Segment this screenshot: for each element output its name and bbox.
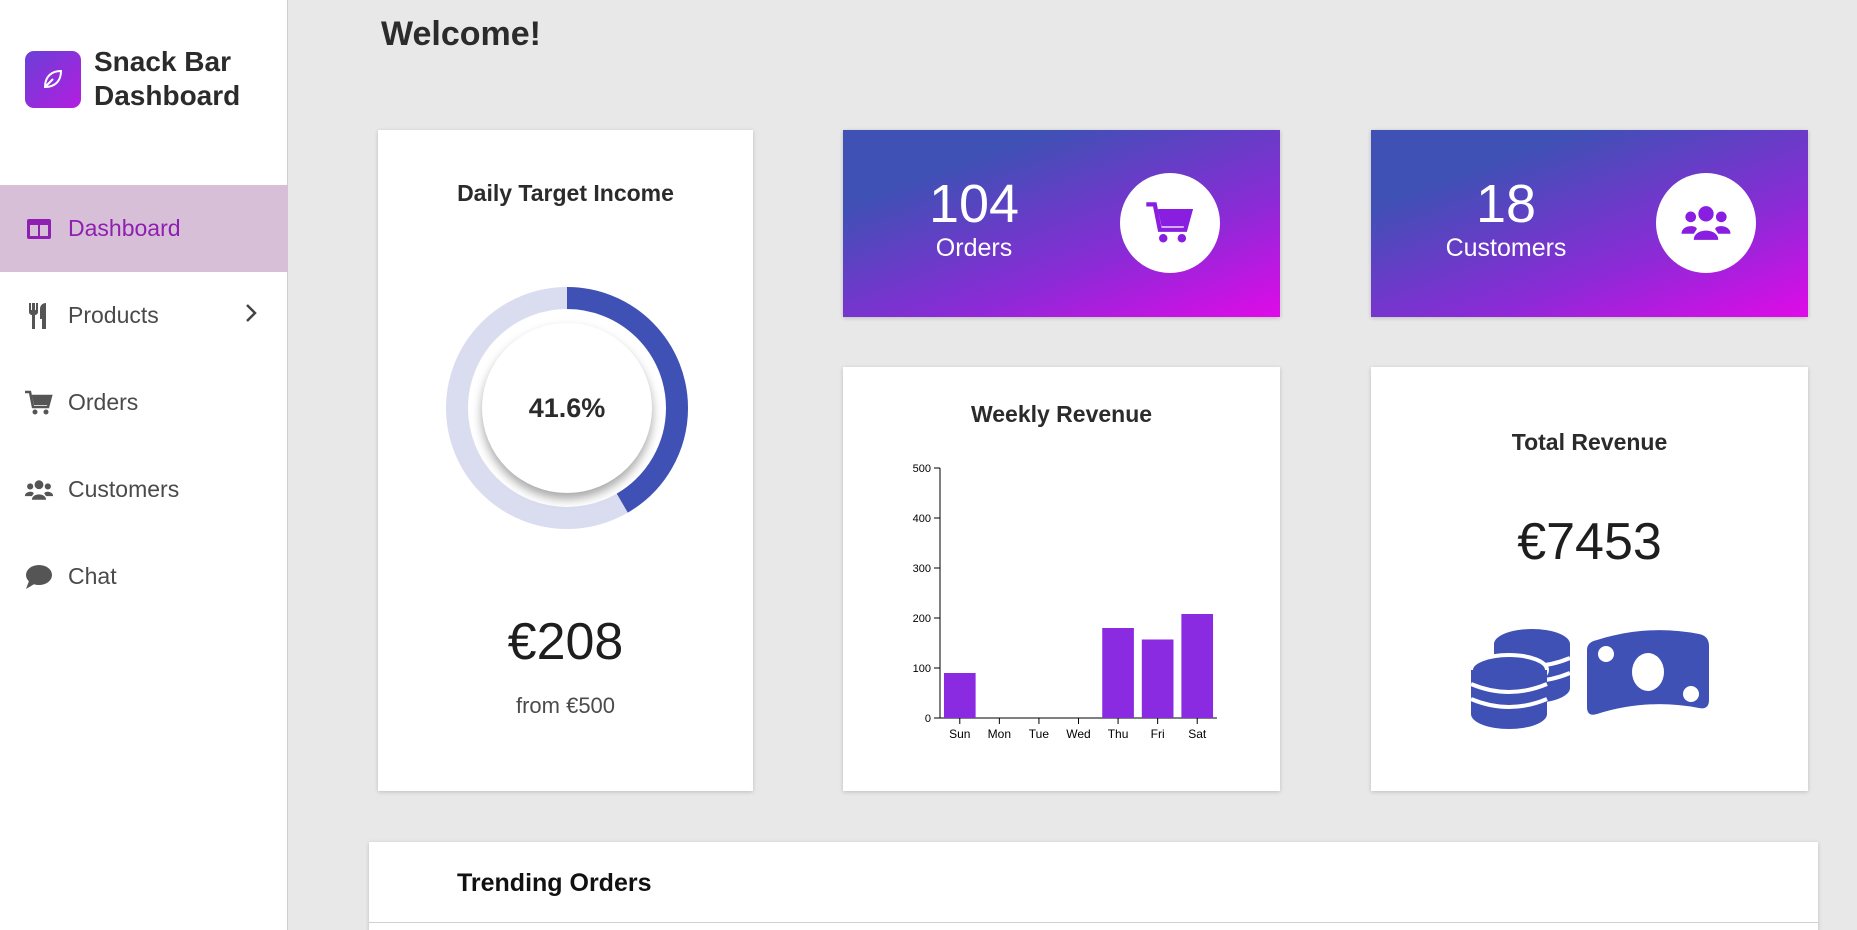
brand-title: Snack Bar Dashboard	[94, 45, 240, 113]
orders-count: 104	[928, 174, 1020, 234]
sidebar-item-orders[interactable]: Orders	[0, 359, 288, 446]
chat-bubble-icon	[24, 562, 54, 592]
daily-target-progress-ring: 41.6%	[442, 283, 692, 533]
x-tick-label: Sat	[1188, 727, 1207, 741]
daily-target-title: Daily Target Income	[457, 180, 674, 206]
customers-stat-text: 18 Customers	[1416, 176, 1596, 264]
cart-icon	[1146, 202, 1194, 243]
x-tick-label: Sun	[949, 727, 970, 741]
sidebar-item-customers[interactable]: Customers	[0, 446, 288, 533]
users-icon	[1681, 206, 1731, 240]
divider	[369, 922, 1818, 923]
users-icon	[24, 475, 54, 505]
sidebar-item-products[interactable]: Products	[0, 272, 288, 359]
layout-icon	[24, 214, 54, 244]
x-tick-label: Tue	[1029, 727, 1050, 741]
brand-title-line1: Snack Bar	[94, 46, 231, 77]
x-tick-label: Mon	[988, 727, 1011, 741]
sidebar-item-label: Dashboard	[68, 215, 181, 241]
bar-thu	[1102, 628, 1134, 718]
total-revenue-title: Total Revenue	[1511, 429, 1668, 455]
money-bill-icon	[1587, 630, 1709, 715]
customers-icon-circle	[1656, 173, 1756, 273]
daily-target-card: Daily Target Income 41.6% €208 from €500	[378, 130, 753, 791]
daily-income-amount: €208	[507, 613, 624, 671]
x-tick-label: Wed	[1066, 727, 1090, 741]
customers-label: Customers	[1445, 234, 1567, 262]
orders-label: Orders	[935, 234, 1013, 262]
sidebar-item-label: Orders	[68, 389, 139, 415]
sidebar-item-label: Customers	[68, 476, 180, 502]
chevron-right-icon[interactable]	[244, 302, 258, 329]
x-tick-label: Fri	[1151, 727, 1165, 741]
x-tick-label: Thu	[1108, 727, 1129, 741]
y-tick-label: 100	[913, 663, 931, 675]
progress-percent: 41.6%	[482, 323, 652, 493]
trending-orders-title: Trending Orders	[457, 869, 652, 897]
trending-orders-card: Trending Orders	[369, 842, 1818, 930]
leaf-icon	[25, 50, 81, 108]
sidebar-item-label: Products	[68, 302, 159, 328]
weekly-revenue-card: Weekly Revenue 0 100 200 300 400 500 Sun Mon Tue…	[843, 367, 1280, 791]
y-tick-label: 500	[913, 463, 931, 475]
page-title: Welcome!	[381, 15, 541, 53]
sidebar-item-label: Chat	[68, 563, 117, 589]
total-revenue-icons	[1467, 622, 1717, 737]
orders-stat-text: 104 Orders	[884, 176, 1064, 264]
total-revenue-amount: €7453	[1517, 513, 1662, 571]
customers-count: 18	[1475, 174, 1537, 234]
y-tick-label: 200	[913, 613, 931, 625]
daily-target-from: from €500	[515, 693, 616, 718]
bar-fri	[1141, 639, 1174, 718]
y-tick-label: 0	[925, 713, 931, 725]
brand-title-line2: Dashboard	[94, 80, 241, 111]
customers-stat-card[interactable]: 18 Customers	[1371, 130, 1808, 317]
brand[interactable]: Snack Bar Dashboard	[25, 45, 240, 113]
sidebar-item-dashboard[interactable]: Dashboard	[0, 185, 288, 272]
cart-icon	[24, 388, 54, 418]
sidebar-item-chat[interactable]: Chat	[0, 533, 288, 620]
bar-sun	[943, 673, 976, 718]
y-tick-label: 400	[913, 513, 931, 525]
orders-icon-circle	[1120, 173, 1220, 273]
coins-icon	[1469, 629, 1571, 729]
bar-sat	[1181, 614, 1214, 718]
weekly-revenue-chart: 0 100 200 300 400 500 Sun Mon Tue Wed Thu Fri Sat	[913, 463, 1217, 741]
total-revenue-card: Total Revenue €7453	[1371, 367, 1808, 791]
utensils-icon	[24, 301, 54, 331]
y-tick-label: 300	[913, 563, 931, 575]
orders-stat-card[interactable]: 104 Orders	[843, 130, 1280, 317]
sidebar: Snack Bar Dashboard Dashboard Products O…	[0, 0, 288, 930]
sidebar-nav: Dashboard Products Orders Customers Chat	[0, 185, 288, 620]
